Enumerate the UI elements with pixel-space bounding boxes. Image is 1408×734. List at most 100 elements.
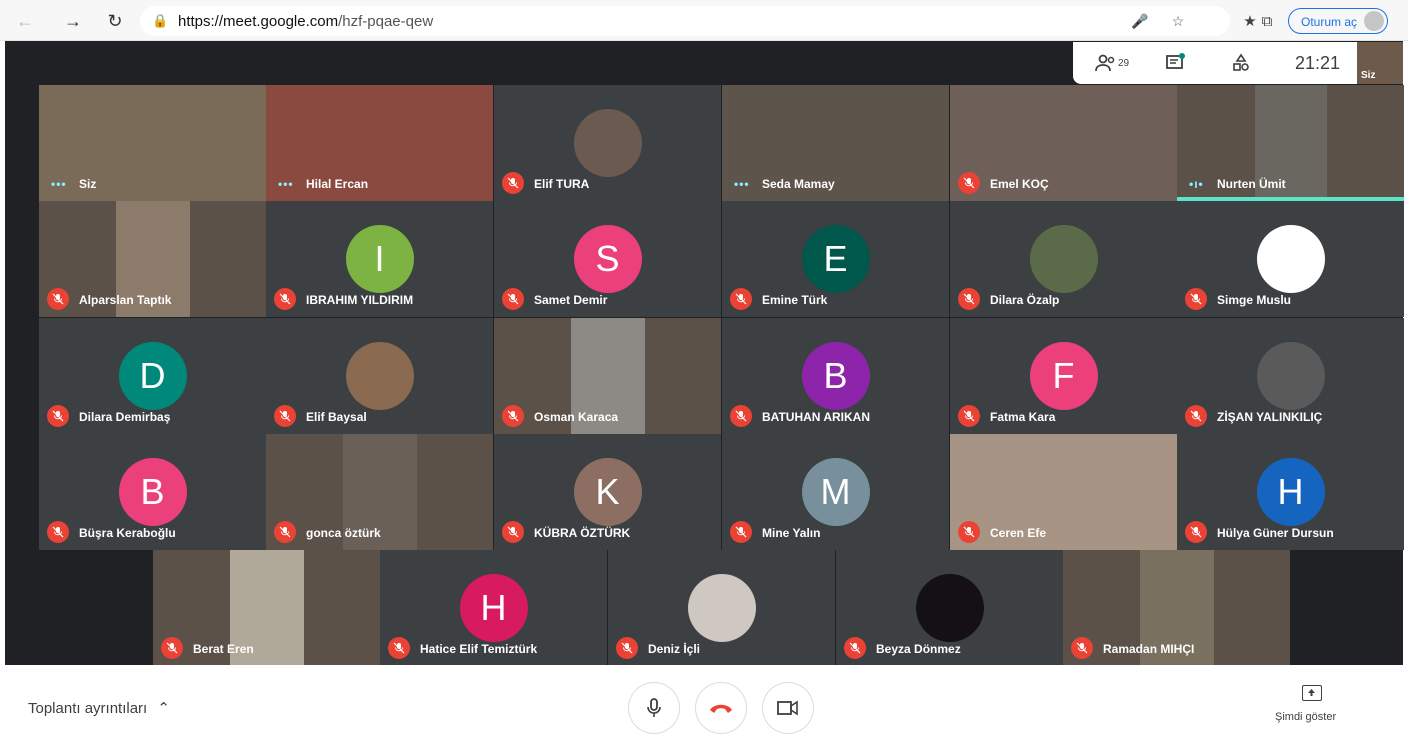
muted-mic-icon — [958, 288, 980, 310]
participant-avatar — [573, 109, 642, 177]
participant-tile[interactable]: F Fatma Kara — [950, 318, 1177, 434]
participants-button[interactable]: 29 — [1095, 52, 1129, 74]
muted-mic-icon — [730, 405, 752, 427]
avatar-letter: H — [480, 587, 507, 628]
avatar-letter: D — [139, 355, 166, 396]
participant-avatar — [687, 574, 756, 642]
self-view-thumbnail[interactable]: Siz — [1357, 42, 1403, 84]
participant-tile[interactable]: Elif TURA — [494, 85, 721, 201]
shapes-icon — [1233, 53, 1249, 71]
participant-tile[interactable]: Elif Baysal — [266, 318, 493, 434]
participant-tile[interactable]: I IBRAHIM YILDIRIM — [266, 201, 493, 317]
forward-arrow-icon[interactable]: → — [62, 10, 84, 32]
meeting-details-button[interactable]: Toplantı ayrıntıları ⌃ — [28, 699, 170, 717]
url-path: /hzf-pqae-qew — [338, 13, 434, 30]
end-call-button[interactable] — [695, 682, 747, 734]
participant-tile[interactable]: M Mine Yalın — [722, 434, 949, 550]
present-now-icon[interactable] — [1302, 685, 1322, 701]
participant-name: Ceren Efe — [990, 526, 1047, 540]
participant-avatar: H — [459, 574, 528, 642]
more-options-icon[interactable]: ••• — [278, 177, 294, 191]
participant-tile[interactable]: S Samet Demir — [494, 201, 721, 317]
signin-button[interactable]: Oturum aç — [1288, 8, 1388, 34]
participant-name: Beyza Dönmez — [876, 642, 961, 656]
browser-toolbar: ← → ↻ 🔒 https://meet.google.com/hzf-pqae… — [0, 0, 1408, 41]
url-text: https://meet.google.com/hzf-pqae-qew — [178, 13, 433, 30]
microphone-permission-icon[interactable]: 🎤 — [1130, 11, 1150, 31]
present-now-label[interactable]: Şimdi göster — [1275, 711, 1336, 723]
participant-tile[interactable]: ••• Siz — [39, 85, 266, 201]
participant-tile[interactable]: Dilara Özalp — [950, 201, 1177, 317]
more-options-icon[interactable]: ••• — [734, 177, 750, 191]
avatar-letter: F — [1052, 355, 1075, 396]
participant-tile[interactable]: ••• Seda Mamay — [722, 85, 949, 201]
microphone-button[interactable] — [628, 682, 680, 734]
participant-tile[interactable]: Deniz İçli — [608, 550, 835, 666]
more-options-icon[interactable]: ••• — [51, 177, 67, 191]
collections-icon[interactable]: ⧉ — [1257, 11, 1277, 31]
signin-label: Oturum aç — [1301, 15, 1358, 29]
muted-mic-icon — [274, 521, 296, 543]
participant-tile[interactable]: B BATUHAN ARIKAN — [722, 318, 949, 434]
avatar-letter: I — [374, 238, 385, 279]
participant-count: 29 — [1118, 57, 1130, 69]
muted-mic-icon — [47, 521, 69, 543]
participant-avatar: I — [345, 225, 414, 293]
participant-tile[interactable]: E Emine Türk — [722, 201, 949, 317]
participant-name: Elif Baysal — [306, 410, 367, 424]
avatar-letter: B — [140, 471, 165, 512]
avatar-letter: B — [823, 355, 848, 396]
participant-tile[interactable]: ••• Hilal Ercan — [266, 85, 493, 201]
meet-top-panel: 29 21:21 — [1073, 42, 1357, 84]
participant-tile[interactable]: Beyza Dönmez — [836, 550, 1063, 666]
address-bar[interactable]: 🔒 https://meet.google.com/hzf-pqae-qew 🎤… — [140, 6, 1230, 36]
participant-name: Dilara Özalp — [990, 293, 1060, 307]
add-favorite-icon[interactable]: ☆ — [1168, 11, 1188, 31]
participant-tile[interactable]: H Hülya Güner Dursun — [1177, 434, 1404, 550]
participant-avatar: B — [801, 342, 870, 410]
participant-avatar: S — [573, 225, 642, 293]
participant-name: Fatma Kara — [990, 410, 1056, 424]
muted-mic-icon — [1071, 637, 1093, 659]
activities-button[interactable] — [1231, 52, 1251, 74]
participant-tile[interactable]: K KÜBRA ÖZTÜRK — [494, 434, 721, 550]
muted-mic-icon — [388, 637, 410, 659]
muted-mic-icon — [844, 637, 866, 659]
participant-tile[interactable]: Berat Eren — [153, 550, 380, 666]
participant-tile[interactable]: Simge Muslu — [1177, 201, 1404, 317]
participant-tile[interactable]: Ramadan MIHÇI — [1063, 550, 1290, 666]
camera-icon — [777, 700, 798, 716]
participant-video — [39, 85, 266, 201]
participant-avatar: B — [118, 458, 187, 526]
muted-mic-icon — [1185, 521, 1207, 543]
avatar-letter: E — [823, 238, 848, 279]
muted-mic-icon — [958, 405, 980, 427]
muted-mic-icon — [730, 521, 752, 543]
participant-video — [722, 85, 949, 201]
participant-tile[interactable]: Osman Karaca — [494, 318, 721, 434]
participant-name: Siz — [79, 177, 97, 191]
participant-avatar: H — [1256, 458, 1325, 526]
camera-button[interactable] — [762, 682, 814, 734]
reload-icon[interactable]: ↻ — [104, 10, 126, 32]
participant-avatar: K — [573, 458, 642, 526]
participant-tile[interactable]: gonca öztürk — [266, 434, 493, 550]
participant-avatar — [915, 574, 984, 642]
chat-button[interactable] — [1165, 52, 1185, 74]
participant-tile[interactable]: Alparslan Taptık — [39, 201, 266, 317]
participant-name: Deniz İçli — [648, 642, 701, 656]
muted-mic-icon — [47, 288, 69, 310]
participant-tile[interactable]: Ceren Efe — [950, 434, 1177, 550]
back-arrow-icon[interactable]: ← — [14, 10, 36, 32]
participant-tile[interactable]: •ı• Nurten Ümit — [1177, 85, 1404, 201]
muted-mic-icon — [502, 405, 524, 427]
participant-tile[interactable]: Emel KOÇ — [950, 85, 1177, 201]
participant-name: Dilara Demirbaş — [79, 410, 171, 424]
participant-tile[interactable]: H Hatice Elif Temiztürk — [380, 550, 607, 666]
participant-tile[interactable]: D Dilara Demirbaş — [39, 318, 266, 434]
participant-name: ZİŞAN YALINKILIÇ — [1217, 410, 1323, 424]
participant-tile[interactable]: ZİŞAN YALINKILIÇ — [1177, 318, 1404, 434]
participant-tile[interactable]: B Büşra Keraboğlu — [39, 434, 266, 550]
muted-mic-icon — [502, 172, 524, 194]
speaking-indicator-icon: •ı• — [1189, 177, 1204, 191]
